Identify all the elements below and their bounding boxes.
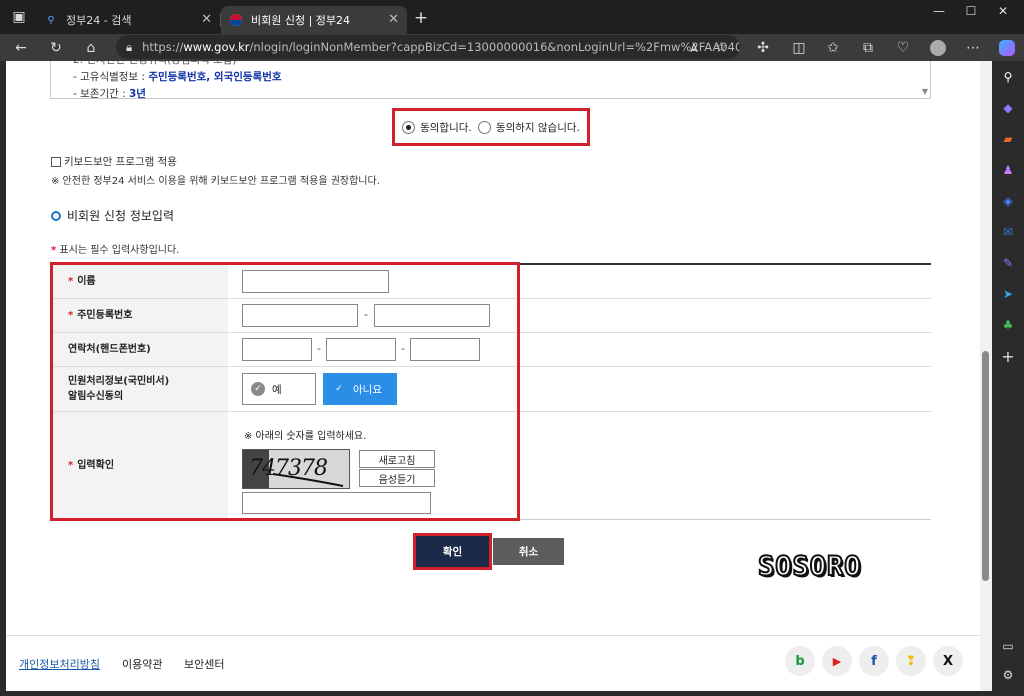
bullet-ring-icon — [51, 210, 61, 221]
terms-line-3: - 보존기간 : 3년 — [73, 85, 930, 103]
shopping-tag-icon[interactable]: ◆ — [998, 98, 1018, 118]
minimize-icon[interactable]: — — [924, 4, 954, 22]
required-note: * 표시는 필수 입력사항입니다. — [51, 241, 179, 256]
agree-label: 동의합니다. — [420, 121, 472, 134]
facebook-icon[interactable]: f — [859, 646, 889, 676]
youtube-icon[interactable]: ▶ — [822, 646, 852, 676]
tab-search[interactable]: ⚲ 정부24 - 검색 ✕ — [36, 6, 221, 34]
url-host: www.gov.kr — [183, 40, 250, 54]
terms-line-1: 2. 민지인인 인정위역(공심의역 보함) — [73, 61, 930, 69]
favorite-star-icon[interactable]: ☆ — [710, 37, 732, 59]
browser-window: ▣ ⚲ 정부24 - 검색 ✕ 비회원 신청 | 정부24 ✕ + — ☐ ✕ … — [0, 0, 1024, 696]
tab-actions-icon[interactable]: ▣ — [8, 6, 30, 28]
drop-icon[interactable]: ✎ — [998, 253, 1018, 273]
home-icon[interactable]: ⌂ — [80, 37, 102, 59]
more-icon[interactable]: ⋯ — [962, 37, 984, 59]
section-title-text: 비회원 신청 정보입력 — [67, 209, 174, 223]
toolbar: ← ↻ ⌂ 🔒︎ https://www.gov.kr/nlogin/login… — [0, 34, 1024, 61]
security-center-link[interactable]: 보안센터 — [184, 656, 224, 672]
keyboard-security-label: 키보드보안 프로그램 적용 — [64, 156, 177, 168]
m365-icon[interactable]: ◈ — [998, 191, 1018, 211]
keyboard-security-option[interactable]: 키보드보안 프로그램 적용 — [51, 154, 177, 169]
terms-line-3-value: 3년 — [128, 88, 146, 100]
scroll-down-icon[interactable]: ▼ — [922, 83, 928, 101]
tree-icon[interactable]: ♣ — [998, 315, 1018, 335]
maximize-icon[interactable]: ☐ — [956, 4, 986, 22]
edge-sidebar: ⚲ ◆ ▰ ♟ ◈ ✉ ✎ ➤ ♣ + ▭ ⚙ — [992, 61, 1024, 696]
read-aloud-icon[interactable]: A — [683, 37, 705, 59]
tab-strip: ▣ ⚲ 정부24 - 검색 ✕ 비회원 신청 | 정부24 ✕ + — ☐ ✕ — [0, 0, 1024, 34]
url-prefix: https:// — [142, 40, 184, 54]
telegram-icon[interactable]: ➤ — [998, 284, 1018, 304]
settings-gear-icon[interactable]: ⚙ — [998, 665, 1018, 685]
consent-radio-group: 동의합니다. 동의하지 않습니다. — [392, 108, 590, 146]
confirm-button[interactable]: 확인 — [413, 533, 492, 570]
page-content: 2. 민지인인 인정위역(공심의역 보함) - 고유식별정보 : 주민등록번호,… — [6, 61, 980, 691]
keyboard-security-note: ※ 안전한 정부24 서비스 이용을 위해 키보드보안 프로그램 적용을 권장합… — [51, 176, 380, 187]
required-note-text: 표시는 필수 입력사항입니다. — [56, 245, 180, 256]
terms-line-2-label: - 고유식별정보 : — [73, 71, 149, 83]
footer: 개인정보처리방침 이용약관 보안센터 b ▶ f ❢ X — [6, 635, 980, 691]
tab-title: 정부24 - 검색 — [66, 14, 132, 27]
agree-radio[interactable] — [402, 121, 416, 134]
tools-briefcase-icon[interactable]: ▰ — [998, 129, 1018, 149]
close-icon[interactable]: ✕ — [201, 12, 212, 27]
kakao-story-icon[interactable]: ❢ — [896, 646, 926, 676]
extensions-icon[interactable]: ✣ — [752, 37, 774, 59]
cancel-button[interactable]: 취소 — [493, 538, 564, 565]
form-highlight-frame — [50, 262, 520, 521]
privacy-policy-link[interactable]: 개인정보처리방침 — [19, 656, 100, 672]
page-scrollbar[interactable] — [980, 61, 992, 691]
games-icon[interactable]: ♟ — [998, 160, 1018, 180]
consent-agree-option[interactable]: 동의합니다. — [402, 120, 472, 135]
section-title: 비회원 신청 정보입력 — [51, 207, 174, 224]
tab-title: 비회원 신청 | 정부24 — [251, 14, 351, 27]
back-icon[interactable]: ← — [10, 37, 32, 59]
search-icon[interactable]: ⚲ — [998, 67, 1018, 87]
add-sidebar-icon[interactable]: + — [998, 346, 1018, 366]
copilot-icon[interactable] — [996, 37, 1018, 59]
tab-nonmember[interactable]: 비회원 신청 | 정부24 ✕ — [221, 6, 407, 34]
refresh-icon[interactable]: ↻ — [45, 37, 67, 59]
terms-line-2-value: 주민등록번호, 외국인등록번호 — [148, 71, 282, 83]
profile-avatar-icon[interactable] — [927, 37, 949, 59]
scrollbar-thumb[interactable] — [982, 351, 989, 581]
close-window-icon[interactable]: ✕ — [988, 4, 1018, 22]
x-twitter-icon[interactable]: X — [933, 646, 963, 676]
lock-icon: 🔒︎ — [126, 39, 133, 54]
privacy-terms-box[interactable]: 2. 민지인인 인정위역(공심의역 보함) - 고유식별정보 : 주민등록번호,… — [50, 61, 931, 101]
keyboard-security-checkbox[interactable] — [51, 157, 61, 167]
watermark-logo: SOSORO — [757, 550, 862, 583]
gov-logo-icon — [229, 13, 243, 27]
terms-line-2: - 고유식별정보 : 주민등록번호, 외국인등록번호 — [73, 69, 930, 85]
sidebar-layout-icon[interactable]: ▭ — [998, 636, 1018, 656]
disagree-label: 동의하지 않습니다. — [495, 121, 580, 134]
close-icon[interactable]: ✕ — [388, 12, 399, 27]
split-screen-icon[interactable]: ◫ — [788, 37, 810, 59]
terms-line-3-label: - 보존기간 : — [73, 88, 129, 100]
url-path: /nlogin/loginNonMember?cappBizCd=1300000… — [249, 40, 740, 54]
outlook-icon[interactable]: ✉ — [998, 222, 1018, 242]
terms-link[interactable]: 이용약관 — [122, 656, 162, 672]
browser-essentials-icon[interactable]: ♡ — [892, 37, 914, 59]
blog-icon[interactable]: b — [785, 646, 815, 676]
disagree-radio[interactable] — [477, 121, 491, 134]
collections-icon[interactable]: ⧉ — [857, 37, 879, 59]
consent-disagree-option[interactable]: 동의하지 않습니다. — [477, 120, 580, 135]
new-tab-icon[interactable]: + — [410, 7, 432, 29]
favorites-icon[interactable]: ✩ — [822, 37, 844, 59]
search-icon: ⚲ — [47, 14, 55, 26]
address-bar[interactable]: 🔒︎ https://www.gov.kr/nlogin/loginNonMem… — [116, 35, 740, 59]
